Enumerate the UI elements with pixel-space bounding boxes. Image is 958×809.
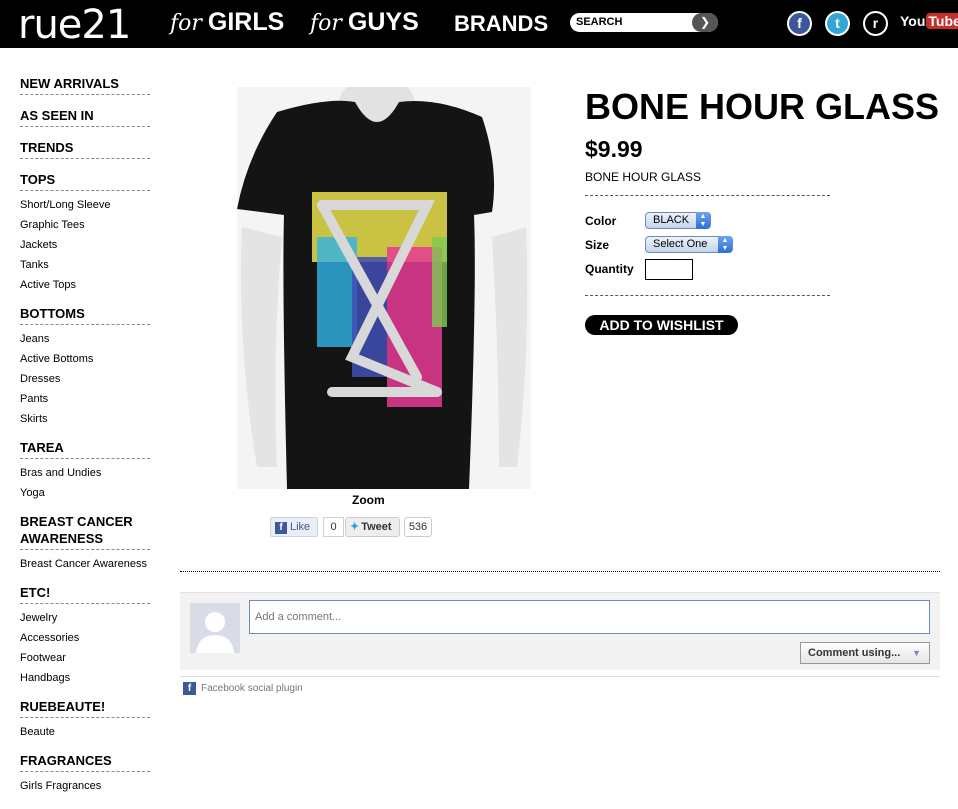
nav-girls-prefix: for xyxy=(170,11,202,36)
sidebar-item[interactable]: Active Tops xyxy=(20,275,150,295)
twitter-bird-icon: ✦ xyxy=(350,521,360,533)
sidebar-category-fragrances[interactable]: FRAGRANCES xyxy=(20,750,150,772)
select-arrows-icon: ▲ ▼ xyxy=(718,236,732,253)
nav-girls-label: GIRLS xyxy=(207,8,285,36)
size-select-value: Select One xyxy=(653,238,708,250)
comment-input[interactable] xyxy=(249,600,930,634)
tweet-label: Tweet xyxy=(361,521,392,533)
tweet-count: 536 xyxy=(404,517,432,537)
youtube-you: You xyxy=(900,13,926,29)
sidebar-group-tops: TOPS Short/Long Sleeve Graphic Tees Jack… xyxy=(20,169,150,295)
nav-guys-label: GUYS xyxy=(347,8,419,36)
sidebar-nav: NEW ARRIVALS AS SEEN IN TRENDS TOPS Shor… xyxy=(20,73,150,804)
sidebar-item[interactable]: Skirts xyxy=(20,409,150,429)
sidebar-item[interactable]: Footwear xyxy=(20,648,150,668)
sidebar-item[interactable]: Tanks xyxy=(20,255,150,275)
comment-box: Comment using... ▼ xyxy=(180,592,940,670)
comment-using-label: Comment using... xyxy=(808,647,901,659)
avatar xyxy=(190,603,240,653)
sidebar-item[interactable]: Jeans xyxy=(20,329,150,349)
sidebar-category-etc[interactable]: ETC! xyxy=(20,582,150,604)
nav-brands[interactable]: BRANDS xyxy=(454,11,548,37)
sidebar-item[interactable]: Girls Fragrances xyxy=(20,776,150,796)
divider xyxy=(585,195,830,196)
like-count: 0 xyxy=(323,517,344,537)
site-header: rue21 for GIRLS for GUYS BRANDS SEARCH ❯ f… xyxy=(0,0,958,48)
sidebar-category-tarea[interactable]: TAREA xyxy=(20,437,150,459)
sidebar-item[interactable]: Accessories xyxy=(20,628,150,648)
sidebar-group-tarea: TAREA Bras and Undies Yoga xyxy=(20,437,150,503)
facebook-icon: f xyxy=(275,522,287,534)
quantity-input[interactable] xyxy=(645,259,693,280)
site-logo[interactable]: rue21 xyxy=(18,2,131,48)
sidebar-item[interactable]: Beaute xyxy=(20,722,150,742)
plugin-label: Facebook social plugin xyxy=(201,683,303,695)
zoom-link[interactable]: Zoom xyxy=(352,493,385,507)
size-label: Size xyxy=(585,238,610,252)
product-title: BONE HOUR GLASS xyxy=(585,86,940,127)
sidebar-group-breast-cancer: BREAST CANCER AWARENESS Breast Cancer Aw… xyxy=(20,511,150,574)
add-to-wishlist-button[interactable]: ADD TO WISHLIST xyxy=(585,315,738,335)
product-image[interactable] xyxy=(237,87,531,489)
nav-girls[interactable]: for GIRLS xyxy=(170,8,284,37)
like-label: Like xyxy=(290,521,311,533)
section-divider xyxy=(180,571,940,572)
sidebar-item[interactable]: Dresses xyxy=(20,369,150,389)
color-select[interactable]: BLACK ▲ ▼ xyxy=(645,212,711,229)
comment-using-dropdown[interactable]: Comment using... ▼ xyxy=(800,642,930,664)
sidebar-item[interactable]: Graphic Tees xyxy=(20,215,150,235)
facebook-social-plugin[interactable]: f Facebook social plugin xyxy=(183,682,303,695)
rue21-icon[interactable]: r xyxy=(863,11,888,36)
search-label: SEARCH xyxy=(576,16,623,28)
facebook-like-button[interactable]: f Like xyxy=(270,517,318,537)
product-price: $9.99 xyxy=(585,136,643,162)
chevron-down-icon: ▼ xyxy=(912,648,921,658)
sidebar-new-arrivals[interactable]: NEW ARRIVALS xyxy=(20,73,150,95)
tweet-button[interactable]: ✦ Tweet xyxy=(345,517,400,537)
sidebar-trends[interactable]: TRENDS xyxy=(20,137,150,159)
sidebar-category-ruebeaute[interactable]: RUEBEAUTE! xyxy=(20,696,150,718)
select-arrows-icon: ▲ ▼ xyxy=(696,212,710,229)
sidebar-category-bottoms[interactable]: BOTTOMS xyxy=(20,303,150,325)
quantity-label: Quantity xyxy=(585,262,634,276)
color-label: Color xyxy=(585,214,617,228)
sidebar-as-seen-in[interactable]: AS SEEN IN xyxy=(20,105,150,127)
sidebar-item[interactable]: Pants xyxy=(20,389,150,409)
default-avatar-icon xyxy=(190,603,240,653)
youtube-tube: Tube xyxy=(926,13,958,29)
tshirt-illustration xyxy=(237,87,531,489)
sidebar-item[interactable]: Active Bottoms xyxy=(20,349,150,369)
sidebar-group-ruebeaute: RUEBEAUTE! Beaute xyxy=(20,696,150,742)
sidebar-group-fragrances: FRAGRANCES Girls Fragrances xyxy=(20,750,150,796)
sidebar-category-breast-cancer[interactable]: BREAST CANCER AWARENESS xyxy=(20,511,150,550)
sidebar-item[interactable]: Jackets xyxy=(20,235,150,255)
sidebar-item[interactable]: Yoga xyxy=(20,483,150,503)
size-select[interactable]: Select One ▲ ▼ xyxy=(645,236,733,253)
sidebar-group-bottoms: BOTTOMS Jeans Active Bottoms Dresses Pan… xyxy=(20,303,150,429)
twitter-icon[interactable]: t xyxy=(825,11,850,36)
sidebar-item[interactable]: Handbags xyxy=(20,668,150,688)
youtube-icon[interactable]: You Tube xyxy=(900,13,958,35)
facebook-icon[interactable]: f xyxy=(787,11,812,36)
color-select-value: BLACK xyxy=(653,214,690,226)
product-subtitle: BONE HOUR GLASS xyxy=(585,170,702,184)
divider xyxy=(585,295,830,296)
plugin-divider xyxy=(180,676,940,677)
sidebar-item[interactable]: Bras and Undies xyxy=(20,463,150,483)
sidebar-item[interactable]: Jewelry xyxy=(20,608,150,628)
search-input[interactable]: SEARCH ❯ xyxy=(570,13,718,32)
nav-guys-prefix: for xyxy=(310,11,342,36)
nav-guys[interactable]: for GUYS xyxy=(310,8,419,37)
sidebar-group-etc: ETC! Jewelry Accessories Footwear Handba… xyxy=(20,582,150,688)
sidebar-item[interactable]: Breast Cancer Awareness xyxy=(20,554,150,574)
facebook-icon: f xyxy=(183,682,196,695)
sidebar-category-tops[interactable]: TOPS xyxy=(20,169,150,191)
search-go-button[interactable]: ❯ xyxy=(692,13,718,32)
sidebar-item[interactable]: Short/Long Sleeve xyxy=(20,195,150,215)
